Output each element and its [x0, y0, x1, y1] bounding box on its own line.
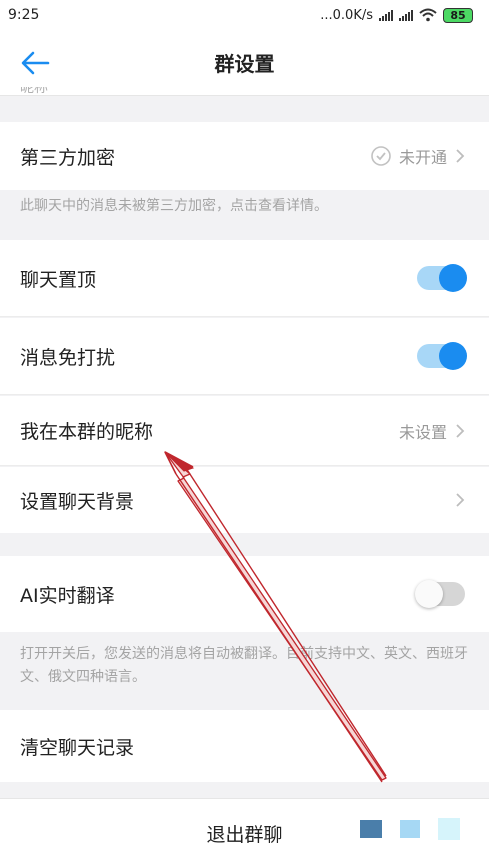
encryption-label: 第三方加密 [20, 146, 116, 169]
encryption-row[interactable]: 第三方加密 未开通 [0, 122, 489, 190]
mute-label: 消息免打扰 [20, 346, 116, 369]
chat-background-label: 设置聊天背景 [20, 490, 135, 513]
chevron-right-icon [456, 149, 465, 163]
group-nickname-row[interactable]: 我在本群的昵称 未设置 [0, 396, 489, 466]
status-bar: 9:25 ...0.0K/s 85 [0, 0, 489, 30]
watermark-block-light [400, 820, 420, 838]
partial-top-text: 昵称 [20, 87, 48, 96]
pin-chat-toggle[interactable] [417, 264, 467, 292]
group-nickname-value: 未设置 [398, 422, 447, 442]
ai-translate-toggle[interactable] [415, 580, 465, 608]
encryption-value: 未开通 [398, 148, 447, 167]
back-arrow-icon[interactable] [18, 48, 52, 78]
group-nickname-value-group: 未设置 [399, 419, 465, 443]
clear-history-label: 清空聊天记录 [20, 736, 135, 759]
signal-icon [379, 9, 393, 21]
encryption-value-group: 未开通 [371, 144, 465, 168]
shield-check-icon [371, 146, 391, 166]
pin-chat-row: 聊天置顶 [0, 240, 489, 317]
signal-icon-2 [399, 9, 413, 21]
ai-translate-row: AI实时翻译 [0, 556, 489, 632]
wifi-icon [419, 8, 437, 22]
clear-history-row[interactable]: 清空聊天记录 [0, 710, 489, 782]
battery-icon: 85 [443, 7, 473, 23]
mute-toggle[interactable] [417, 342, 467, 370]
status-time: 9:25 [8, 7, 40, 23]
chevron-right-icon [456, 493, 465, 507]
pin-chat-label: 聊天置顶 [20, 268, 97, 291]
watermark-block-dark [360, 820, 382, 838]
mute-row: 消息免打扰 [0, 318, 489, 395]
chevron-right-icon [456, 423, 465, 438]
ai-translate-hint: 打开开关后，您发送的消息将自动被翻译。目前支持中文、英文、西班牙文、俄文四种语言… [20, 646, 468, 685]
exit-group-label: 退出群聊 [206, 824, 283, 846]
watermark-block-pale [438, 818, 460, 840]
page-title: 群设置 [214, 52, 275, 76]
status-indicators: ...0.0K/s 85 [320, 7, 473, 23]
encryption-hint: 此聊天中的消息未被第三方加密，点击查看详情。 [20, 198, 328, 214]
network-speed: ...0.0K/s [320, 7, 373, 23]
group-nickname-label: 我在本群的昵称 [20, 421, 154, 443]
chat-background-row[interactable]: 设置聊天背景 [0, 467, 489, 533]
ai-translate-label: AI实时翻译 [20, 584, 115, 607]
